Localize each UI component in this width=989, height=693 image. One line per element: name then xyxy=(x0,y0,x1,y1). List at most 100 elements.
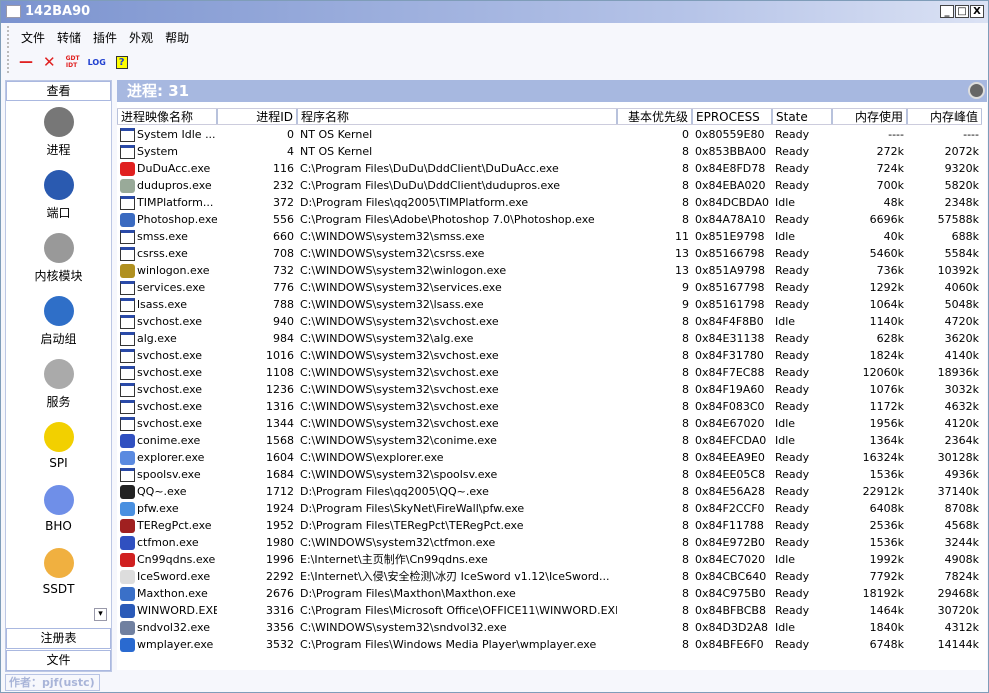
gdt-idt-button[interactable]: GDT IDT xyxy=(66,55,80,69)
view-header[interactable]: 查看 xyxy=(6,81,111,101)
cell-program-path: NT OS Kernel xyxy=(300,145,373,158)
table-row[interactable]: System Idle ... 0 NT OS Kernel 0 0x80559E80 R… xyxy=(117,126,982,143)
cell-mem-usage: 6408k xyxy=(869,502,904,515)
cell-text: svchost.exe xyxy=(137,315,203,328)
col-base-priority[interactable]: 基本优先级 xyxy=(617,109,692,124)
sidebar-item[interactable]: 启动组 xyxy=(6,290,111,353)
col-program-path[interactable]: 程序名称 xyxy=(297,109,617,124)
sidebar-item[interactable]: 端口 xyxy=(6,164,111,227)
table-row[interactable]: System 4 NT OS Kernel 8 0x853BBA00 Ready 272k 2… xyxy=(117,143,982,160)
window-icon xyxy=(120,416,135,431)
sidebar-item[interactable]: 进程 xyxy=(6,101,111,164)
close-icon[interactable]: ✕ xyxy=(43,53,56,71)
cell-pid: 940 xyxy=(273,315,294,328)
table-row[interactable]: spoolsv.exe 1684 C:\WINDOWS\system32\spool… xyxy=(117,466,982,483)
maximize-button[interactable]: □ xyxy=(955,5,969,18)
cell-image-name: alg.exe xyxy=(117,330,217,347)
cell-pid: 708 xyxy=(273,247,294,260)
table-row[interactable]: svchost.exe 1016 C:\WINDOWS\system32\svcho… xyxy=(117,347,982,364)
close-button[interactable]: X xyxy=(970,5,984,18)
table-row[interactable]: alg.exe 984 C:\WINDOWS\system32\alg.exe 8 0x… xyxy=(117,330,982,347)
cell-image-name: services.exe xyxy=(117,279,217,296)
cell-mem-peak: 2072k xyxy=(944,145,979,158)
table-row[interactable]: svchost.exe 940 C:\WINDOWS\system32\svchos… xyxy=(117,313,982,330)
table-row[interactable]: svchost.exe 1108 C:\WINDOWS\system32\svcho… xyxy=(117,364,982,381)
window-icon xyxy=(120,280,135,295)
table-row[interactable]: svchost.exe 1236 C:\WINDOWS\system32\svcho… xyxy=(117,381,982,398)
table-row[interactable]: lsass.exe 788 C:\WINDOWS\system32\lsass.ex… xyxy=(117,296,982,313)
table-row[interactable]: TERegPct.exe 1952 D:\Program Files\TERegPc… xyxy=(117,517,982,534)
table-row[interactable]: conime.exe 1568 C:\WINDOWS\system32\conime… xyxy=(117,432,982,449)
menu-plugins[interactable]: 插件 xyxy=(93,29,117,46)
cell-pid: 2676 xyxy=(266,587,294,600)
table-row[interactable]: pfw.exe 1924 D:\Program Files\SkyNet\FireW… xyxy=(117,500,982,517)
cell-mem-usage: 2536k xyxy=(869,519,904,532)
table-row[interactable]: services.exe 776 C:\WINDOWS\system32\servi… xyxy=(117,279,982,296)
menu-file[interactable]: 文件 xyxy=(21,29,45,46)
col-state[interactable]: State xyxy=(772,109,832,124)
cell-mem-peak: 4908k xyxy=(944,553,979,566)
table-row[interactable]: Cn99qdns.exe 1996 E:\Internet\主页制作\Cn99qdn… xyxy=(117,551,982,568)
sidebar-item[interactable]: BHO xyxy=(6,479,111,542)
cell-mem-usage: 1292k xyxy=(869,281,904,294)
menu-dump[interactable]: 转储 xyxy=(57,29,81,46)
col-pid[interactable]: 进程ID xyxy=(217,109,297,124)
cell-pid: 116 xyxy=(273,162,294,175)
table-row[interactable]: Maxthon.exe 2676 D:\Program Files\Maxthon\… xyxy=(117,585,982,602)
table-row[interactable]: csrss.exe 708 C:\WINDOWS\system32\csrss.ex… xyxy=(117,245,982,262)
cell-program-path: C:\WINDOWS\system32\svchost.exe xyxy=(300,315,499,328)
table-row[interactable]: DuDuAcc.exe 116 C:\Program Files\DuDu\DddC… xyxy=(117,160,982,177)
minus-icon[interactable]: — xyxy=(19,54,33,70)
table-row[interactable]: IceSword.exe 2292 E:\Internet\入侵\安全检测\冰刃 I… xyxy=(117,568,982,585)
cell-state: Ready xyxy=(775,162,810,175)
sidebar-registry[interactable]: 注册表 xyxy=(6,628,111,649)
gear-icon[interactable] xyxy=(968,82,985,99)
scroll-down-button[interactable]: ▾ xyxy=(94,608,107,621)
sidebar-item[interactable]: SPI xyxy=(6,416,111,479)
cell-mem-usage: 5460k xyxy=(869,247,904,260)
help-icon[interactable]: ? xyxy=(115,55,128,69)
cell-pid: 1684 xyxy=(266,468,294,481)
table-row[interactable]: sndvol32.exe 3356 C:\WINDOWS\system32\sndv… xyxy=(117,619,982,636)
sidebar-file[interactable]: 文件 xyxy=(6,650,111,671)
table-row[interactable]: ctfmon.exe 1980 C:\WINDOWS\system32\ctfmon… xyxy=(117,534,982,551)
cell-text: IceSword.exe xyxy=(137,570,211,583)
cell-state: Idle xyxy=(775,417,796,430)
table-row[interactable]: svchost.exe 1344 C:\WINDOWS\system32\svcho… xyxy=(117,415,982,432)
cell-state: Ready xyxy=(775,128,810,141)
minimize-button[interactable]: _ xyxy=(940,5,954,18)
cell-mem-peak: 4120k xyxy=(944,417,979,430)
menu-help[interactable]: 帮助 xyxy=(165,29,189,46)
window-icon xyxy=(120,229,135,244)
table-row[interactable]: explorer.exe 1604 C:\WINDOWS\explorer.exe 8… xyxy=(117,449,982,466)
cell-base-priority: 8 xyxy=(682,315,689,328)
cell-state: Ready xyxy=(775,485,810,498)
cell-image-name: System xyxy=(117,143,217,160)
sidebar-item[interactable]: 内核模块 xyxy=(6,227,111,290)
sidebar-item[interactable]: SSDT xyxy=(6,542,111,605)
process-count-header: 进程: 31 xyxy=(117,80,987,102)
table-row[interactable]: svchost.exe 1316 C:\WINDOWS\system32\svcho… xyxy=(117,398,982,415)
table-row[interactable]: Photoshop.exe 556 C:\Program Files\Adobe\P… xyxy=(117,211,982,228)
table-row[interactable]: WINWORD.EXE 3316 C:\Program Files\Microsof… xyxy=(117,602,982,619)
table-row[interactable]: winlogon.exe 732 C:\WINDOWS\system32\winlo… xyxy=(117,262,982,279)
process-icon xyxy=(120,484,135,499)
sidebar-item[interactable]: 服务 xyxy=(6,353,111,416)
cell-eprocess: 0x84F7EC88 xyxy=(695,366,765,379)
table-row[interactable]: wmplayer.exe 3532 C:\Program Files\Windows… xyxy=(117,636,982,653)
window-icon xyxy=(120,348,135,363)
process-icon xyxy=(120,535,135,550)
menu-appearance[interactable]: 外观 xyxy=(129,29,153,46)
cell-image-name: winlogon.exe xyxy=(117,262,217,279)
cell-mem-peak: 30720k xyxy=(937,604,979,617)
table-row[interactable]: dudupros.exe 232 C:\Program Files\DuDu\Ddd… xyxy=(117,177,982,194)
col-image-name[interactable]: 进程映像名称 xyxy=(117,109,217,124)
col-eprocess[interactable]: EPROCESS xyxy=(692,109,772,124)
log-button[interactable]: LOG xyxy=(88,58,106,67)
col-mem-usage[interactable]: 内存使用 xyxy=(832,109,907,124)
table-row[interactable]: smss.exe 660 C:\WINDOWS\system32\smss.exe 1… xyxy=(117,228,982,245)
cell-image-name: System Idle ... xyxy=(117,126,217,143)
table-row[interactable]: QQ~.exe 1712 D:\Program Files\qq2005\QQ~.e… xyxy=(117,483,982,500)
col-mem-peak[interactable]: 内存峰值 xyxy=(907,109,982,124)
table-row[interactable]: TIMPlatform... 372 D:\Program Files\qq2005… xyxy=(117,194,982,211)
